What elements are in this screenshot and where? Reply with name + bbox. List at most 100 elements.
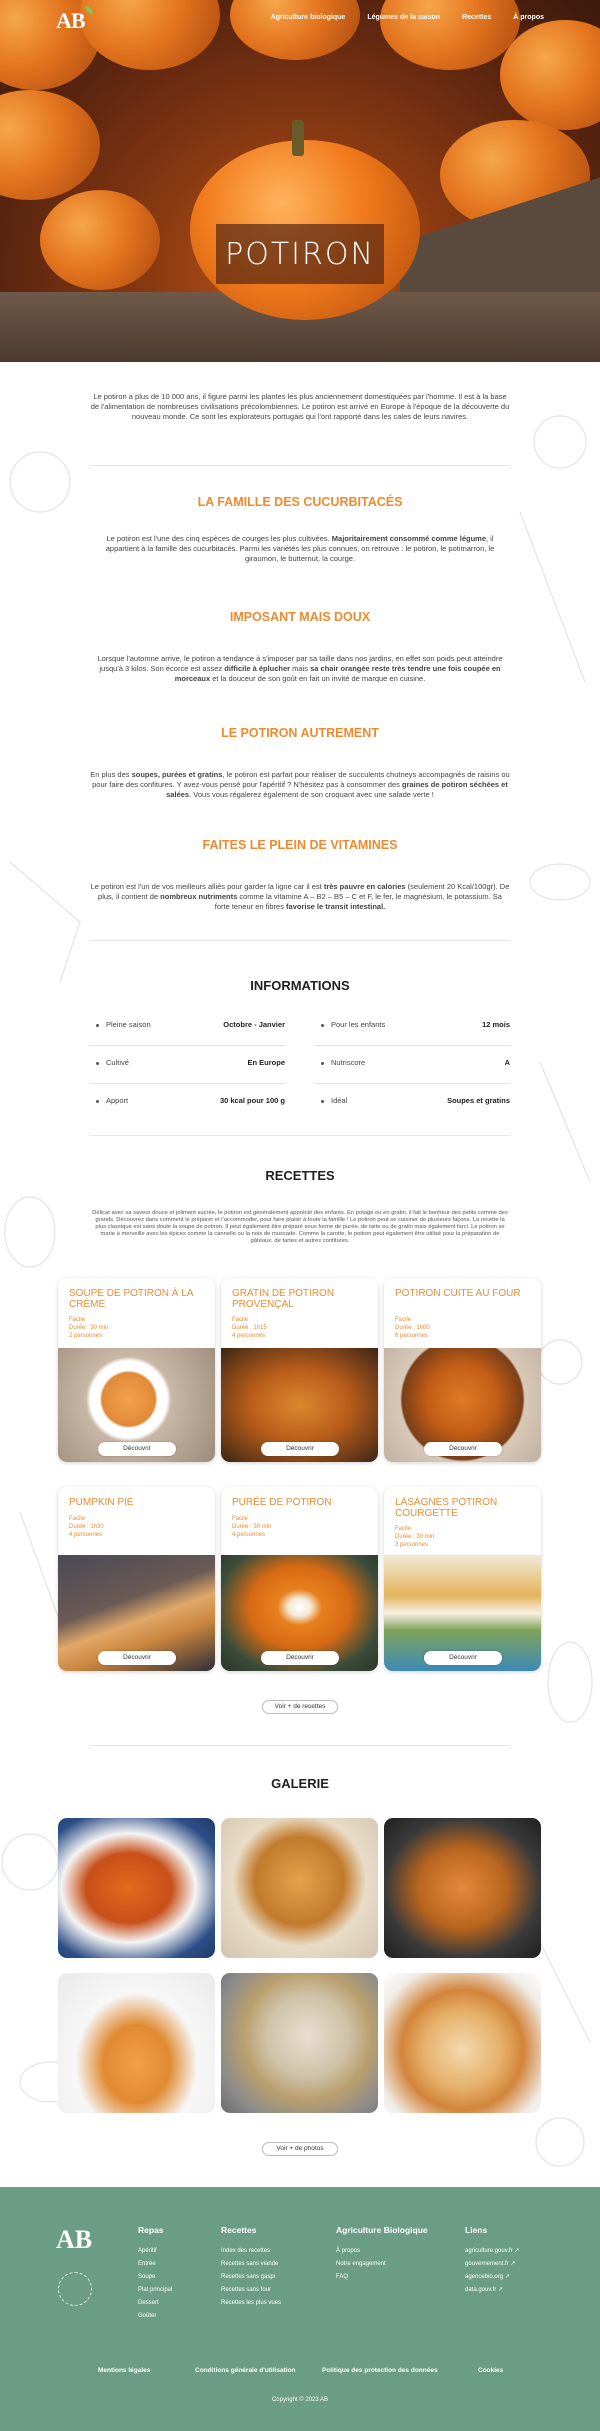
recipes-intro: Délicat avec sa saveur douce et joliment… [92, 1210, 508, 1244]
divider [90, 465, 510, 466]
discover-button[interactable]: Découvrir [261, 1651, 339, 1665]
text-part: . Vous vous régalerez également de son c… [189, 790, 434, 799]
pumpkin-photo [0, 90, 100, 200]
footer-link[interactable]: Dessert [138, 2297, 172, 2310]
pumpkin-photo [380, 0, 520, 70]
bullet-icon [96, 1062, 99, 1065]
footer-link[interactable]: Recettes sans viande [221, 2258, 281, 2271]
recipe-duration: Durée : 30 min [69, 1325, 109, 1331]
gallery-image[interactable] [384, 1973, 541, 2113]
recipe-meta: Facile Durée : 30 min 4 personnes [232, 1515, 271, 1539]
discover-button[interactable]: Découvrir [98, 1442, 176, 1456]
recipe-meta: Facile Durée : 30 min 2 personnes [69, 1316, 108, 1340]
recipe-level: Facile [69, 1516, 86, 1522]
recipe-card[interactable]: SOUPE DE POTIRON À LA CRÈME Facile Durée … [58, 1278, 215, 1462]
footer-link[interactable]: agriculture.gouv.fr ↗ [465, 2245, 519, 2258]
divider [90, 1745, 510, 1746]
recipe-title[interactable]: POTIRON CUITE AU FOUR [395, 1288, 535, 1299]
recipe-card[interactable]: POTIRON CUITE AU FOUR Facile Durée : 1h00… [384, 1278, 541, 1462]
footer-link[interactable]: Recettes les plus vues [221, 2297, 281, 2310]
recipe-card[interactable]: PURÉE DE POTIRON Facile Durée : 30 min 4 p… [221, 1487, 378, 1671]
footer-link[interactable]: Goûter [138, 2310, 172, 2323]
eu-organic-icon [58, 2272, 92, 2306]
nav-recettes[interactable]: Recettes [462, 14, 491, 21]
footer-heading: Recettes [221, 2225, 257, 2235]
info-label: Nutriscore [331, 1058, 366, 1067]
footer-link[interactable]: data.gouv.fr ↗ [465, 2284, 519, 2297]
info-row: Cultivé En Europe [90, 1046, 285, 1084]
footer-link[interactable]: Notre engagement [336, 2258, 428, 2271]
footer-link[interactable]: gouvernement.fr ↗ [465, 2258, 519, 2271]
legal-link[interactable]: Cookies [478, 2367, 503, 2374]
footer-link[interactable]: Recettes sans four [221, 2284, 281, 2297]
footer-link[interactable]: Plat principal [138, 2284, 172, 2297]
legal-link[interactable]: Politique des protection des données [322, 2367, 438, 2374]
bullet-icon [96, 1100, 99, 1103]
recipe-card[interactable]: GRATIN DE POTIRON PROVENÇAL Facile Durée … [221, 1278, 378, 1462]
footer-link[interactable]: Apéritif [138, 2245, 172, 2258]
copyright: Copyright © 2023 AB [271, 2397, 329, 2403]
gallery-image[interactable] [58, 1818, 215, 1958]
nav-agriculture-bio[interactable]: Agriculture biologique [271, 14, 346, 21]
footer-logo[interactable]: AB [56, 2225, 92, 2255]
footer-link[interactable]: FAQ [336, 2271, 428, 2284]
info-value: Soupes et gratins [447, 1096, 510, 1105]
legal-link[interactable]: Conditions générale d'utilisation [195, 2367, 296, 2374]
gallery-image[interactable] [221, 1818, 378, 1958]
footer-col-repas: Repas Apéritif Entrée Soupe Plat princip… [138, 2225, 172, 2323]
discover-button[interactable]: Découvrir [424, 1651, 502, 1665]
footer-col-recettes: Recettes Index des recettes Recettes san… [221, 2225, 281, 2310]
recipe-title[interactable]: PURÉE DE POTIRON [232, 1497, 372, 1508]
discover-button[interactable]: Découvrir [261, 1442, 339, 1456]
info-value: A [504, 1058, 510, 1067]
text-bold: favorise le transit intestinal. [286, 902, 386, 911]
gallery-image[interactable] [221, 1973, 378, 2113]
footer-heading: Repas [138, 2225, 164, 2235]
gallery-image[interactable] [384, 1818, 541, 1958]
recipe-level: Facile [395, 1526, 412, 1532]
recipe-people: 4 personnes [69, 1532, 103, 1538]
section-title: LE POTIRON AUTREMENT [221, 726, 379, 740]
text-part: Le potiron est l'un de vos meilleurs all… [90, 882, 324, 891]
footer-link[interactable]: Entrée [138, 2258, 172, 2271]
info-label: Apport [106, 1096, 129, 1105]
info-value: 30 kcal pour 100 g [219, 1096, 285, 1105]
text-bold: soupes, purées et gratins [131, 770, 223, 779]
info-row: Pour les enfants 12 mois [315, 1008, 510, 1046]
nav-legumes-saison[interactable]: Légumes de la saison [367, 14, 440, 21]
section-autrement: LE POTIRON AUTREMENT En plus des soupes,… [90, 726, 510, 800]
text-bold: difficile à éplucher [224, 664, 291, 673]
legal-link[interactable]: Mentions légales [98, 2367, 150, 2374]
recipe-title[interactable]: PUMPKIN PIE [69, 1497, 209, 1508]
more-photos-button[interactable]: Voir + de photos [262, 2142, 338, 2156]
recipe-title[interactable]: GRATIN DE POTIRON PROVENÇAL [232, 1288, 372, 1310]
nav-a-propos[interactable]: À propos [513, 14, 544, 21]
footer-link[interactable]: À propos [336, 2245, 428, 2258]
info-left: Pleine saison Octobre - Janvier Cultivé En… [90, 1008, 285, 1122]
recipe-meta: Facile Durée : 1h15 4 personnes [232, 1316, 267, 1340]
info-row: Pleine saison Octobre - Janvier [90, 1008, 285, 1046]
footer-col-liens: Liens agriculture.gouv.fr ↗ gouvernement… [465, 2225, 519, 2297]
recipe-card[interactable]: LASAGNES POTIRON COURGETTE Facile Durée :… [384, 1487, 541, 1671]
footer-link[interactable]: Recettes sans gaspi [221, 2271, 281, 2284]
footer-link[interactable]: Soupe [138, 2271, 172, 2284]
bullet-icon [321, 1062, 324, 1065]
footer-heading: Liens [465, 2225, 488, 2235]
recipe-card[interactable]: PUMPKIN PIE Facile Durée : 1h30 4 personne… [58, 1487, 215, 1671]
recipe-duration: Durée : 30 min [395, 1534, 435, 1540]
divider [90, 940, 510, 941]
logo[interactable]: AB [56, 6, 93, 34]
pumpkin-photo [230, 0, 360, 60]
discover-button[interactable]: Découvrir [98, 1651, 176, 1665]
bullet-icon [321, 1100, 324, 1103]
footer-link[interactable]: Index des recettes [221, 2245, 281, 2258]
more-recipes-button[interactable]: Voir + de recettes [262, 1700, 338, 1714]
logo-text: AB [56, 8, 86, 33]
section-text: En plus des soupes, purées et gratins, l… [90, 770, 510, 800]
recipe-meta: Facile Durée : 1h00 6 personnes [395, 1316, 430, 1340]
footer-link[interactable]: agencebio.org ↗ [465, 2271, 519, 2284]
recipe-title[interactable]: SOUPE DE POTIRON À LA CRÈME [69, 1288, 209, 1310]
gallery-image[interactable] [58, 1973, 215, 2113]
recipe-title[interactable]: LASAGNES POTIRON COURGETTE [395, 1497, 535, 1519]
discover-button[interactable]: Découvrir [424, 1442, 502, 1456]
